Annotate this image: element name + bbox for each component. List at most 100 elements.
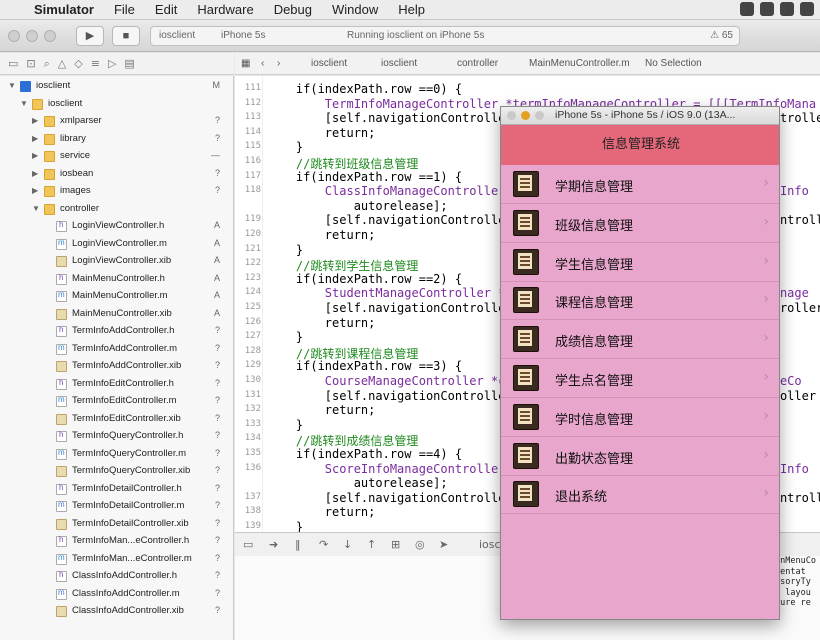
window-zoom-button[interactable] [44, 30, 56, 42]
navigator-row[interactable]: TermInfoDetailController.h? [0, 481, 233, 499]
breakpoints-toggle-icon[interactable]: ➜ [269, 538, 278, 551]
window-close-button[interactable] [8, 30, 20, 42]
navigator-row[interactable]: ▶ xmlparser? [0, 113, 233, 131]
warning-count[interactable]: ⚠ 65 [710, 27, 733, 45]
navigator-row[interactable]: ▶ library? [0, 131, 233, 149]
navigator-row[interactable]: LoginViewController.m A [0, 236, 233, 254]
navigator-row[interactable]: ClassInfoAddController.h? [0, 568, 233, 586]
menu-table-row[interactable]: 出勤状态管理 › [501, 437, 779, 476]
scheme-project[interactable]: iosclient [159, 27, 195, 45]
jump-item-folder[interactable]: controller [457, 58, 498, 69]
navigator-row[interactable]: MainMenuController.xib A [0, 306, 233, 324]
status-app-icon[interactable] [800, 2, 814, 16]
code-line[interactable]: return; [267, 505, 376, 519]
simulator-zoom-button[interactable] [535, 111, 544, 120]
navigator-row[interactable]: ▼ iosclient [0, 96, 233, 114]
code-line[interactable]: autorelease]; [267, 476, 448, 490]
navigator-row[interactable]: TermInfoDetailController.xib? [0, 516, 233, 534]
disclosure-closed-icon[interactable]: ▶ [32, 169, 38, 178]
code-line[interactable]: } [267, 243, 303, 257]
step-in-icon[interactable]: ↓ [343, 538, 352, 551]
menu-table-row[interactable]: 课程信息管理 › [501, 281, 779, 321]
jump-item-file[interactable]: MainMenuController.m [529, 58, 630, 69]
navigator-row[interactable]: ▶ service — [0, 148, 233, 166]
navigator-row[interactable]: TermInfoEditController.xib? [0, 411, 233, 429]
grid-icon[interactable]: ▦ [241, 58, 250, 69]
navigator-row[interactable]: TermInfoDetailController.m? [0, 498, 233, 516]
navigator-row[interactable]: ClassInfoAddController.m? [0, 586, 233, 604]
scheme-device[interactable]: iPhone 5s [221, 27, 265, 45]
pause-icon[interactable]: ‖ [295, 538, 301, 551]
menu-help[interactable]: Help [398, 2, 425, 17]
menu-table-row[interactable]: 成绩信息管理 › [501, 320, 779, 360]
simulator-close-button[interactable] [507, 111, 516, 120]
window-minimize-button[interactable] [26, 30, 38, 42]
view-debugger-icon[interactable]: ⊞ [391, 538, 400, 551]
disclosure-open-icon[interactable]: ▼ [8, 81, 16, 90]
symbol-icon[interactable]: ⊡ [26, 57, 35, 70]
step-over-icon[interactable]: ↷ [319, 538, 328, 551]
forward-icon[interactable]: › [277, 58, 280, 69]
menu-table-row[interactable]: 退出系统 › [501, 475, 779, 515]
code-line[interactable]: if(indexPath.row ==4) { [267, 447, 462, 461]
jump-item-group[interactable]: iosclient [381, 58, 417, 69]
code-line[interactable]: return; [267, 316, 376, 330]
code-line[interactable]: } [267, 330, 303, 344]
navigator-row[interactable]: TermInfoEditController.m? [0, 393, 233, 411]
step-out-icon[interactable]: ↑ [367, 538, 376, 551]
memory-icon[interactable]: ◎ [415, 538, 425, 551]
scheme-status-bar[interactable]: iosclient iPhone 5s Running iosclient on… [150, 26, 740, 46]
menu-table-row[interactable]: 学期信息管理 › [501, 165, 779, 204]
location-icon[interactable]: ➤ [439, 538, 448, 551]
navigator-row[interactable]: TermInfoEditController.h? [0, 376, 233, 394]
menu-table-row[interactable]: 学生点名管理 › [501, 359, 779, 398]
navigator-row[interactable]: TermInfoAddController.h? [0, 323, 233, 341]
menu-edit[interactable]: Edit [155, 2, 177, 17]
menu-table-row[interactable]: 学时信息管理 › [501, 398, 779, 437]
code-line[interactable]: if(indexPath.row ==1) { [267, 170, 462, 184]
code-line[interactable]: } [267, 520, 303, 532]
navigator-row[interactable]: TermInfoQueryController.m? [0, 446, 233, 464]
menu-table-row[interactable]: 班级信息管理 › [501, 204, 779, 243]
navigator-row[interactable]: TermInfoQueryController.h? [0, 428, 233, 446]
disclosure-open-icon[interactable]: ▼ [20, 99, 28, 108]
navigator-row[interactable]: TermInfoMan...eController.h? [0, 533, 233, 551]
disclosure-closed-icon[interactable]: ▶ [32, 151, 38, 160]
menu-app-simulator[interactable]: Simulator [34, 2, 94, 17]
navigator-row[interactable]: LoginViewController.xib A [0, 253, 233, 271]
stop-button[interactable]: ■ [112, 26, 140, 46]
navigator-row[interactable]: MainMenuController.h A [0, 271, 233, 289]
jump-item-selection[interactable]: No Selection [645, 58, 702, 69]
breakpoint-icon[interactable]: ▷ [108, 57, 116, 70]
navigator-row[interactable]: TermInfoQueryController.xib? [0, 463, 233, 481]
navigator-row[interactable]: TermInfoAddController.xib? [0, 358, 233, 376]
menu-hardware[interactable]: Hardware [197, 2, 253, 17]
disclosure-closed-icon[interactable]: ▶ [32, 186, 38, 195]
code-line[interactable]: if(indexPath.row ==2) { [267, 272, 462, 286]
debug-icon[interactable]: ≡ [91, 57, 100, 70]
search-icon[interactable]: ⌕ [44, 57, 50, 71]
disclosure-closed-icon[interactable]: ▶ [32, 134, 38, 143]
hide-debug-area-icon[interactable]: ▭ [243, 538, 253, 551]
code-line[interactable]: } [267, 140, 303, 154]
navigator-row[interactable]: ▶ iosbean? [0, 166, 233, 184]
code-line[interactable]: return; [267, 126, 376, 140]
code-line[interactable]: if(indexPath.row ==3) { [267, 359, 462, 373]
navigator-row[interactable]: LoginViewController.h A [0, 218, 233, 236]
run-button[interactable]: ▶ [76, 26, 104, 46]
code-line[interactable]: if(indexPath.row ==0) { [267, 82, 462, 96]
menu-file[interactable]: File [114, 2, 135, 17]
navigator-row[interactable]: TermInfoMan...eController.m? [0, 551, 233, 569]
navigator-row[interactable]: ▼ controller [0, 201, 233, 219]
status-app-icon[interactable] [740, 2, 754, 16]
code-line[interactable]: return; [267, 228, 376, 242]
test-icon[interactable]: ◇ [74, 57, 82, 70]
report-icon[interactable]: ▤ [124, 57, 134, 70]
disclosure-closed-icon[interactable]: ▶ [32, 116, 38, 125]
jump-item-project[interactable]: iosclient [311, 58, 347, 69]
status-app-icon[interactable] [760, 2, 774, 16]
navigator-row[interactable]: MainMenuController.m A [0, 288, 233, 306]
code-line[interactable]: return; [267, 403, 376, 417]
status-app-icon[interactable] [780, 2, 794, 16]
navigator-row[interactable]: ▼ iosclient M [0, 78, 233, 96]
